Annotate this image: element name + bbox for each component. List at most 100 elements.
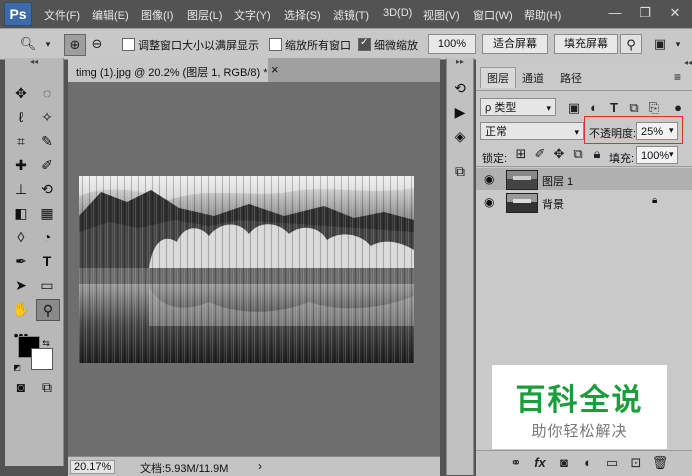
menu-file[interactable]: 文件(F) — [44, 7, 80, 23]
fx-icon[interactable]: fx — [530, 453, 550, 473]
collapse-arrows-icon[interactable]: ◂◂ — [5, 57, 63, 67]
filter-adjustment-icon[interactable]: ◐ — [584, 98, 604, 118]
menu-help[interactable]: 帮助(H) — [524, 7, 561, 23]
status-menu-arrow-icon[interactable]: › — [258, 459, 262, 473]
properties-panel-icon[interactable]: ⧉ — [449, 161, 471, 181]
divider — [476, 166, 692, 167]
zoom-all-windows-label: 缩放所有窗口 — [285, 40, 351, 52]
workspace-icon[interactable]: ▣ — [650, 34, 670, 54]
fill-screen-button[interactable]: 填充屏幕 — [554, 34, 618, 54]
workspace-chevron-down-icon[interactable]: ▾ — [668, 34, 688, 54]
zoom-tool-icon[interactable]: ⚲ — [36, 299, 60, 321]
layer-filter-select[interactable]: ρ 类型 ▾ — [480, 98, 556, 116]
lock-position-icon[interactable]: ✥ — [549, 144, 569, 164]
layer-row-background[interactable]: ◉ 背景 🔒︎ — [476, 191, 692, 213]
3d-panel-icon[interactable]: ◈ — [449, 126, 471, 146]
menu-view[interactable]: 视图(V) — [423, 7, 460, 23]
healing-brush-tool-icon[interactable]: ✚ — [10, 155, 32, 175]
eyedropper-tool-icon[interactable]: ✎ — [36, 131, 58, 151]
rectangle-tool-icon[interactable]: ▭ — [36, 275, 58, 295]
move-tool-icon[interactable]: ✥ — [10, 83, 32, 103]
fill-chevron-icon[interactable]: ▾ — [669, 149, 674, 160]
visibility-eye-icon[interactable]: ◉ — [484, 195, 494, 209]
new-layer-icon[interactable]: ⊡ — [626, 453, 646, 473]
lock-artboard-icon[interactable]: ⧉ — [568, 144, 588, 164]
fill-value: 100% — [641, 150, 670, 162]
close-window-button[interactable]: ✕ — [664, 3, 686, 23]
lock-all-icon[interactable]: 🔒︎ — [587, 144, 607, 164]
zoom-level-field[interactable]: 20.17% — [70, 460, 116, 474]
zoom-in-icon[interactable]: ⊕ — [64, 34, 86, 56]
tab-channels[interactable]: 通道 — [522, 70, 544, 86]
history-brush-tool-icon[interactable]: ⟲ — [36, 179, 58, 199]
zoom-100-button[interactable]: 100% — [428, 34, 476, 54]
fit-screen-button[interactable]: 适合屏幕 — [482, 34, 548, 54]
resize-windows-checkbox[interactable] — [122, 38, 135, 51]
filter-toggle-icon[interactable]: ● — [668, 98, 688, 118]
chevron-down-icon: ▾ — [546, 103, 551, 113]
clone-stamp-tool-icon[interactable]: ⊥ — [10, 179, 32, 199]
type-tool-icon[interactable]: T — [36, 251, 58, 271]
visibility-eye-icon[interactable]: ◉ — [484, 172, 494, 186]
marquee-tool-icon[interactable]: ◌ — [36, 83, 58, 103]
crop-tool-icon[interactable]: ⌗ — [10, 131, 32, 151]
blur-tool-icon[interactable]: ◊ — [10, 227, 32, 247]
lock-transparent-icon[interactable]: ⊞ — [511, 144, 531, 164]
minimize-button[interactable]: — — [604, 3, 626, 23]
hand-tool-icon[interactable]: ✋ — [10, 299, 32, 319]
actions-play-icon[interactable]: ▶ — [449, 102, 471, 122]
link-layers-icon[interactable]: ⚭ — [506, 453, 526, 473]
scrubby-zoom-checkbox[interactable] — [358, 37, 371, 51]
filter-smart-object-icon[interactable]: ⎘ — [644, 98, 664, 118]
menu-filter[interactable]: 滤镜(T) — [333, 7, 369, 23]
path-selection-tool-icon[interactable]: ➤ — [10, 275, 32, 295]
lasso-tool-icon[interactable]: ℓ — [10, 107, 32, 127]
lock-image-icon[interactable]: ✐ — [530, 144, 550, 164]
default-colors-icon[interactable]: ◩ — [12, 358, 22, 378]
add-mask-icon[interactable]: ◙ — [554, 453, 574, 473]
dodge-tool-icon[interactable]: ◔ — [36, 227, 58, 247]
watermark-subtitle: 助你轻松解决 — [531, 423, 628, 440]
filter-type-icon[interactable]: T — [604, 98, 624, 118]
menu-select[interactable]: 选择(S) — [284, 7, 321, 23]
zoom-out-icon[interactable]: ⊖ — [87, 34, 107, 54]
chevron-down-icon[interactable]: ▾ — [38, 34, 58, 54]
document-image[interactable] — [79, 176, 414, 363]
brush-tool-icon[interactable]: ✐ — [36, 155, 58, 175]
blend-mode-select[interactable]: 正常 ▾ — [480, 122, 584, 140]
gradient-tool-icon[interactable]: ▦ — [36, 203, 58, 223]
zoom-tool-preset-icon[interactable]: 🔍︎ — [18, 34, 38, 54]
document-tab[interactable]: timg (1).jpg @ 20.2% (图层 1, RGB/8) * × — [68, 58, 279, 82]
quick-mask-icon[interactable]: ◙ — [10, 377, 32, 397]
chevron-down-icon: ▾ — [574, 127, 579, 137]
adjustment-layer-icon[interactable]: ◐ — [578, 453, 598, 473]
menu-layer[interactable]: 图层(L) — [187, 7, 222, 23]
menu-3d[interactable]: 3D(D) — [383, 7, 412, 19]
opacity-chevron-icon[interactable]: ▾ — [669, 125, 674, 136]
magic-wand-tool-icon[interactable]: ✧ — [36, 107, 58, 127]
document-close-icon[interactable]: × — [271, 62, 279, 77]
layers-bottom-bar: ⚭ fx ◙ ◐ ▭ ⊡ 🗑︎ — [476, 450, 692, 476]
tab-layers[interactable]: 图层 — [480, 67, 516, 88]
status-bar: 20.17% 文档:5.93M/11.9M › — [68, 456, 440, 476]
restore-button[interactable]: ❐ — [634, 3, 656, 23]
filter-shape-icon[interactable]: ⧉ — [624, 98, 644, 118]
panel-menu-icon[interactable]: ≡ — [674, 70, 681, 84]
history-panel-icon[interactable]: ⟲ — [449, 78, 471, 98]
swap-colors-icon[interactable]: ⇆ — [40, 333, 52, 353]
search-icon[interactable]: ⚲ — [620, 34, 642, 54]
expand-arrows-icon[interactable]: ▸▸ — [449, 57, 471, 67]
zoom-all-windows-checkbox[interactable] — [269, 38, 282, 51]
menu-window[interactable]: 窗口(W) — [473, 7, 513, 23]
pen-tool-icon[interactable]: ✒ — [10, 251, 32, 271]
menu-type[interactable]: 文字(Y) — [234, 7, 271, 23]
eraser-tool-icon[interactable]: ◧ — [10, 203, 32, 223]
new-group-icon[interactable]: ▭ — [602, 453, 622, 473]
screen-mode-icon[interactable]: ⧉ — [36, 377, 58, 397]
menu-edit[interactable]: 编辑(E) — [92, 7, 129, 23]
filter-pixel-icon[interactable]: ▣ — [564, 98, 584, 118]
layer-row-layer1[interactable]: ◉ 图层 1 — [476, 168, 692, 190]
delete-layer-icon[interactable]: 🗑︎ — [650, 453, 670, 473]
tab-paths[interactable]: 路径 — [560, 70, 582, 86]
menu-image[interactable]: 图像(I) — [141, 7, 173, 23]
